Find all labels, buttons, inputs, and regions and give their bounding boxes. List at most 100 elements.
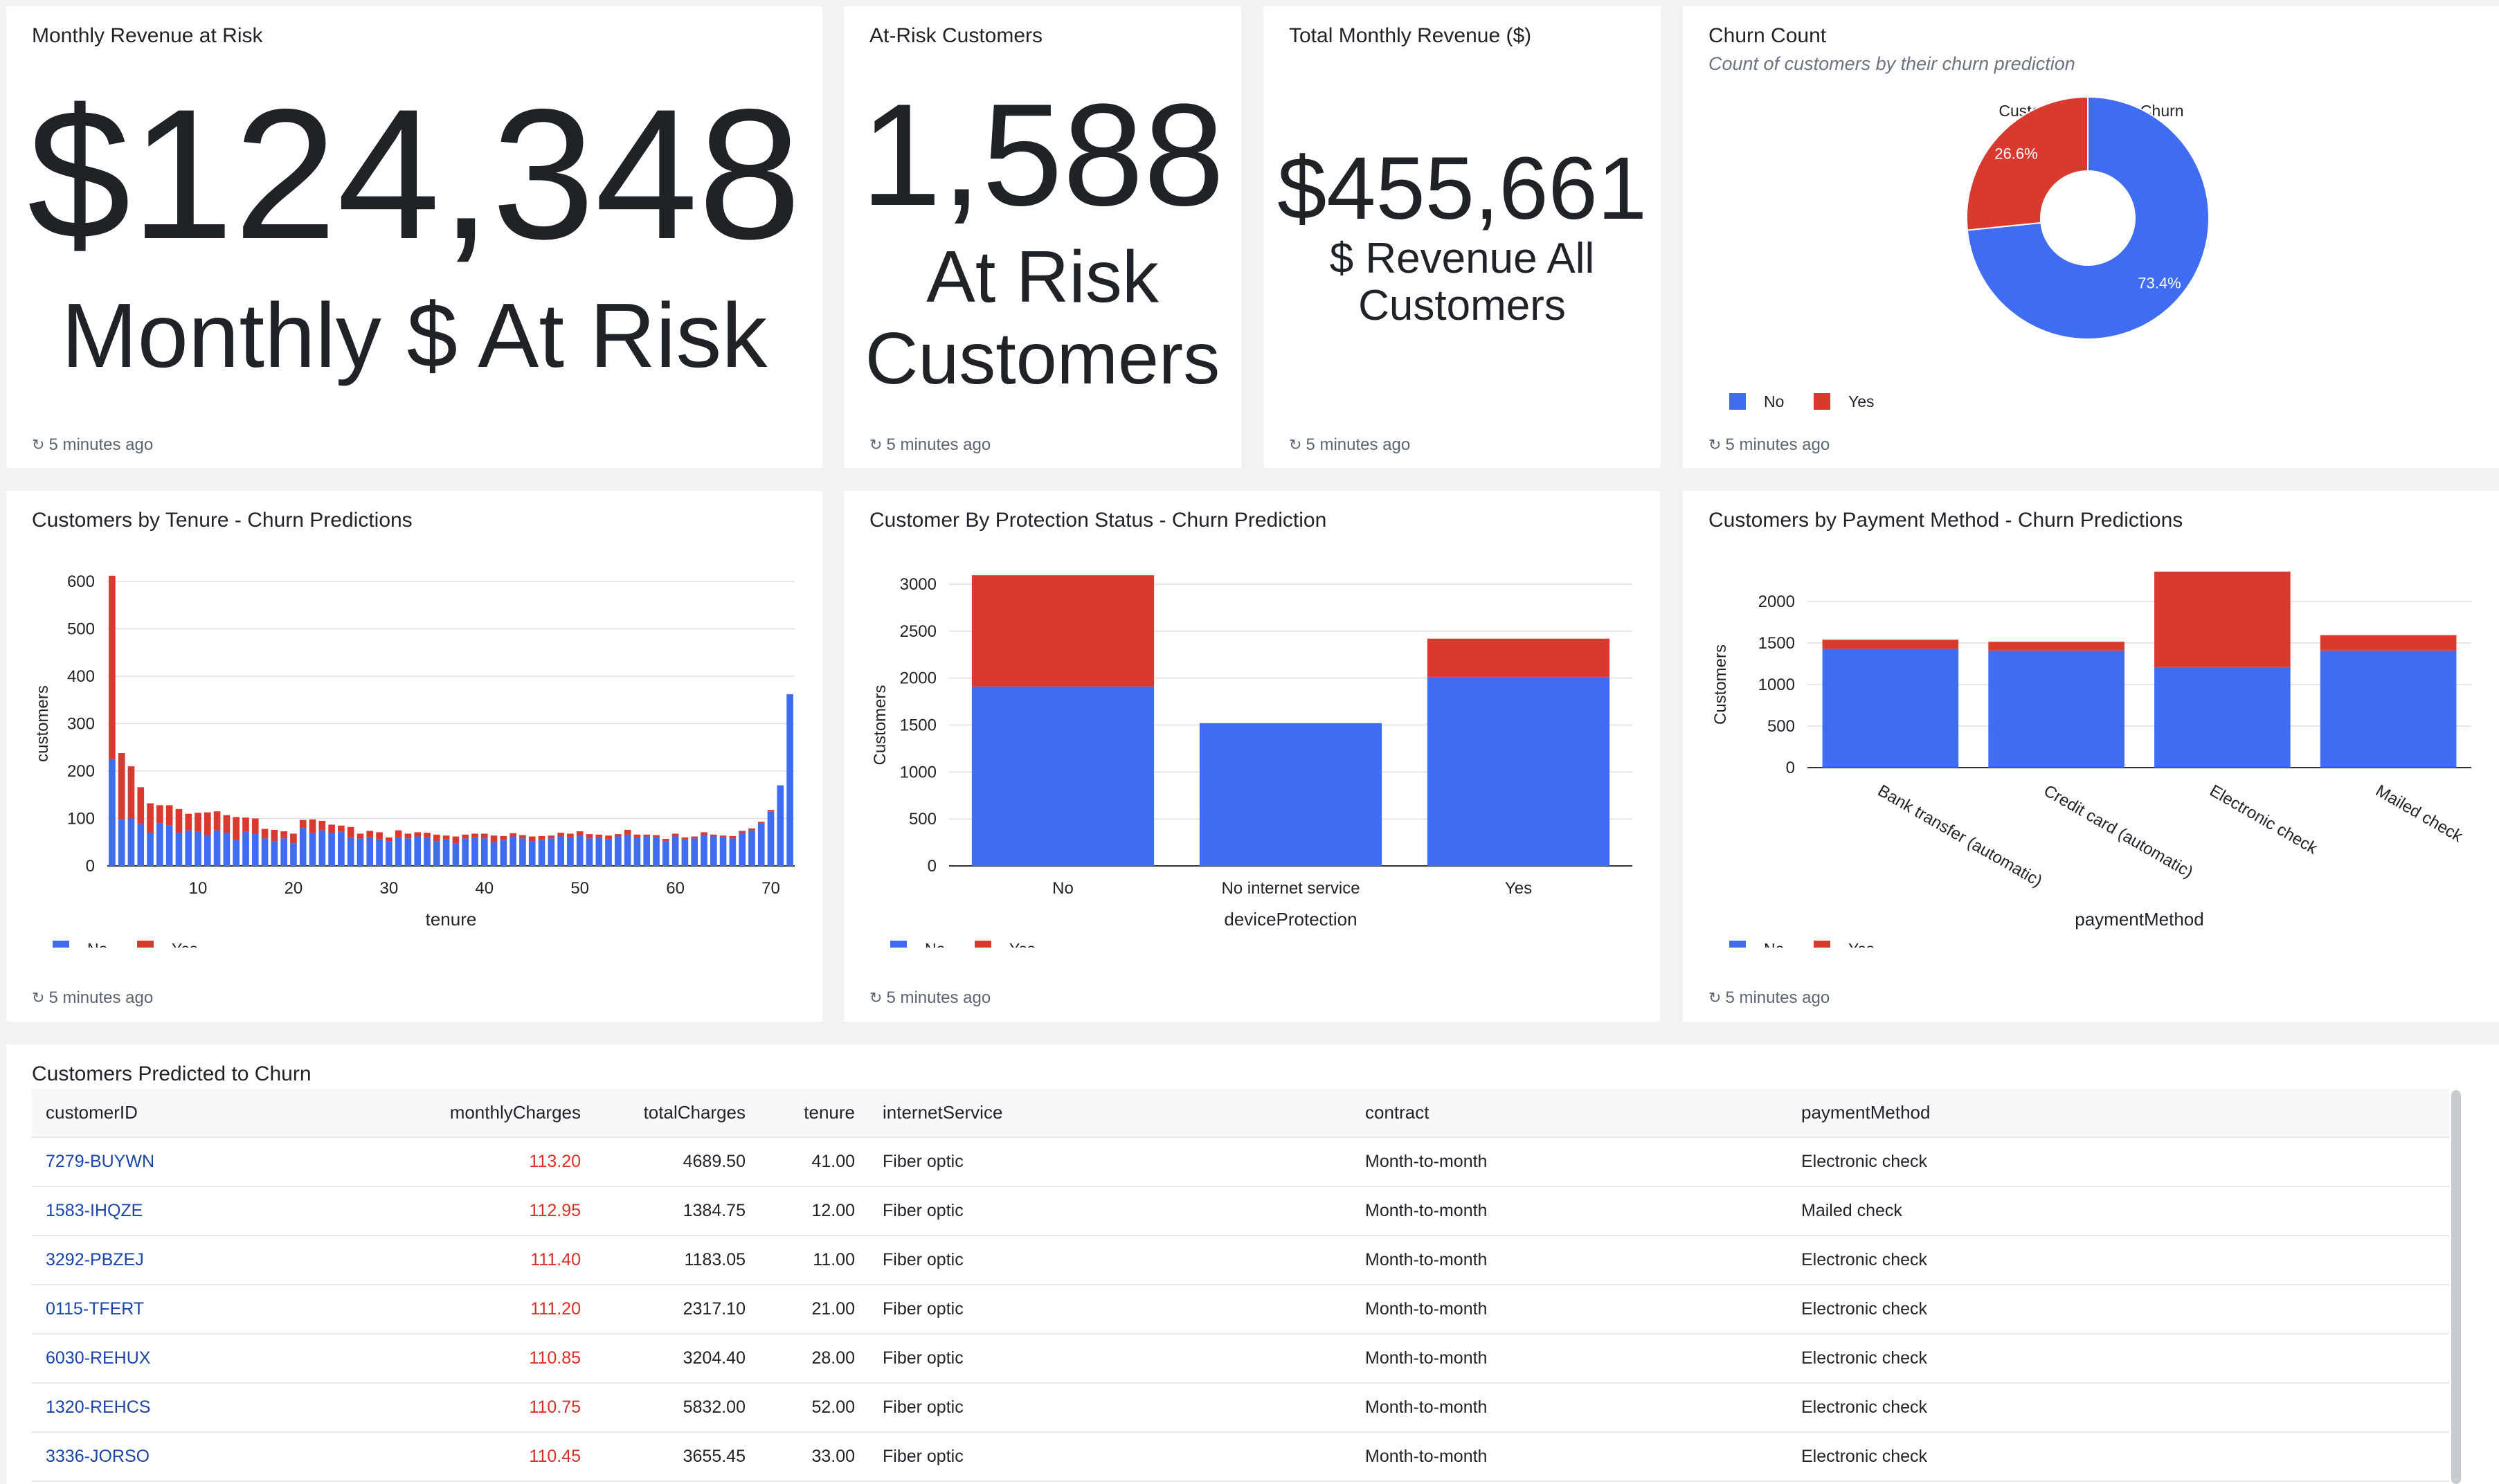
bar-no[interactable] xyxy=(691,838,698,866)
bar-no[interactable] xyxy=(290,843,297,866)
customer-id-link[interactable]: 1583-IHQZE xyxy=(32,1186,426,1236)
bar-yes[interactable] xyxy=(1822,640,1959,649)
bar-no[interactable] xyxy=(615,836,622,866)
customer-id-link[interactable]: 0115-TFERT xyxy=(32,1285,426,1334)
bar-no[interactable] xyxy=(127,818,135,867)
bar-no[interactable] xyxy=(509,836,516,866)
bar-no[interactable] xyxy=(366,837,374,866)
bar-yes[interactable] xyxy=(271,829,278,842)
bar-no[interactable] xyxy=(767,811,775,866)
table-row[interactable]: 3336-JORSO 110.45 3655.45 33.00 Fiber optic M… xyxy=(32,1432,2449,1482)
bar-yes[interactable] xyxy=(471,833,478,838)
bar-no[interactable] xyxy=(1988,650,2124,768)
bar-no[interactable] xyxy=(433,841,440,866)
bar-no[interactable] xyxy=(271,841,278,866)
table-row[interactable]: 7279-BUYWN 113.20 4689.50 41.00 Fiber optic M… xyxy=(32,1137,2449,1187)
bar-yes[interactable] xyxy=(175,808,183,833)
card-payment[interactable]: Customers by Payment Method - Churn Pred… xyxy=(1683,491,2499,1022)
bar-no[interactable] xyxy=(137,824,145,866)
bar-yes[interactable] xyxy=(729,835,737,839)
bar-yes[interactable] xyxy=(2154,571,2291,667)
bar-no[interactable] xyxy=(576,835,584,866)
bar-no[interactable] xyxy=(376,839,383,866)
bar-yes[interactable] xyxy=(671,833,679,837)
bar-no[interactable] xyxy=(586,838,593,866)
bar-yes[interactable] xyxy=(452,836,460,844)
bar-yes[interactable] xyxy=(500,835,507,840)
bar-yes[interactable] xyxy=(299,820,307,829)
bar-no[interactable] xyxy=(557,836,564,866)
bar-yes[interactable] xyxy=(605,835,612,840)
pie-slice-yes[interactable] xyxy=(1966,96,2088,231)
bar-no[interactable] xyxy=(567,837,574,866)
bar-yes[interactable] xyxy=(701,832,707,835)
bar-yes[interactable] xyxy=(653,835,660,838)
bar-yes[interactable] xyxy=(290,833,297,844)
bar-yes[interactable] xyxy=(624,829,631,835)
table-row[interactable]: 3292-PBZEJ 111.40 1183.05 11.00 Fiber optic M… xyxy=(32,1236,2449,1285)
bar-yes[interactable] xyxy=(156,805,163,824)
table-row[interactable]: 0115-TFERT 111.20 2317.10 21.00 Fiber optic M… xyxy=(32,1285,2449,1334)
bar-yes[interactable] xyxy=(490,835,498,842)
bar-no[interactable] xyxy=(185,830,192,866)
bar-no[interactable] xyxy=(309,833,316,866)
bar-yes[interactable] xyxy=(548,835,555,839)
bar-yes[interactable] xyxy=(233,817,240,840)
bar-yes[interactable] xyxy=(681,837,689,840)
bar-no[interactable] xyxy=(971,686,1155,866)
column-header-paymentmethod[interactable]: paymentMethod xyxy=(1787,1089,2449,1138)
column-header-tenure[interactable]: tenure xyxy=(759,1089,869,1138)
bar-no[interactable] xyxy=(2320,650,2457,768)
bar-no[interactable] xyxy=(480,838,488,866)
bar-yes[interactable] xyxy=(719,835,727,838)
column-header-totalcharges[interactable]: totalCharges xyxy=(595,1089,759,1138)
bar-yes[interactable] xyxy=(137,787,145,824)
bar-no[interactable] xyxy=(653,837,660,866)
bar-no[interactable] xyxy=(386,841,393,866)
bar-yes[interactable] xyxy=(118,752,125,820)
bar-no[interactable] xyxy=(662,841,669,866)
bar-yes[interactable] xyxy=(433,834,440,842)
bar-yes[interactable] xyxy=(528,836,536,842)
bar-yes[interactable] xyxy=(748,828,755,831)
bar-yes[interactable] xyxy=(971,575,1155,687)
bar-yes[interactable] xyxy=(223,815,231,833)
bar-no[interactable] xyxy=(701,835,707,866)
bar-yes[interactable] xyxy=(404,833,412,839)
bar-yes[interactable] xyxy=(147,803,154,833)
bar-no[interactable] xyxy=(519,838,526,866)
bar-yes[interactable] xyxy=(710,834,717,837)
bar-no[interactable] xyxy=(548,838,555,866)
bar-yes[interactable] xyxy=(767,810,775,812)
bar-yes[interactable] xyxy=(242,817,249,832)
bar-no[interactable] xyxy=(757,823,765,866)
bar-yes[interactable] xyxy=(127,766,135,819)
bar-no[interactable] xyxy=(357,838,364,866)
bar-no[interactable] xyxy=(165,825,173,866)
bar-yes[interactable] xyxy=(328,824,335,833)
bar-yes[interactable] xyxy=(386,837,393,842)
bar-no[interactable] xyxy=(251,833,259,866)
bar-yes[interactable] xyxy=(1427,638,1610,678)
bar-yes[interactable] xyxy=(557,833,564,837)
bar-no[interactable] xyxy=(777,785,784,866)
customer-id-link[interactable]: 1320-REHCS xyxy=(32,1383,426,1433)
bar-no[interactable] xyxy=(280,838,287,866)
bar-no[interactable] xyxy=(595,837,603,866)
bar-no[interactable] xyxy=(223,833,231,866)
bar-no[interactable] xyxy=(528,841,536,866)
bar-no[interactable] xyxy=(299,828,307,866)
bar-no[interactable] xyxy=(729,838,737,866)
bar-yes[interactable] xyxy=(509,833,516,837)
bar-no[interactable] xyxy=(452,843,460,866)
column-header-internetservice[interactable]: internetService xyxy=(869,1089,1351,1138)
card-churn-count[interactable]: Churn Count Count of customers by their … xyxy=(1683,6,2499,468)
bar-yes[interactable] xyxy=(586,834,593,839)
bar-no[interactable] xyxy=(1199,723,1382,866)
bar-yes[interactable] xyxy=(643,834,651,837)
bar-no[interactable] xyxy=(1427,677,1610,866)
bar-no[interactable] xyxy=(624,834,631,866)
customer-id-link[interactable]: 6030-REHUX xyxy=(32,1334,426,1384)
bar-yes[interactable] xyxy=(251,818,259,834)
bar-no[interactable] xyxy=(213,830,221,866)
